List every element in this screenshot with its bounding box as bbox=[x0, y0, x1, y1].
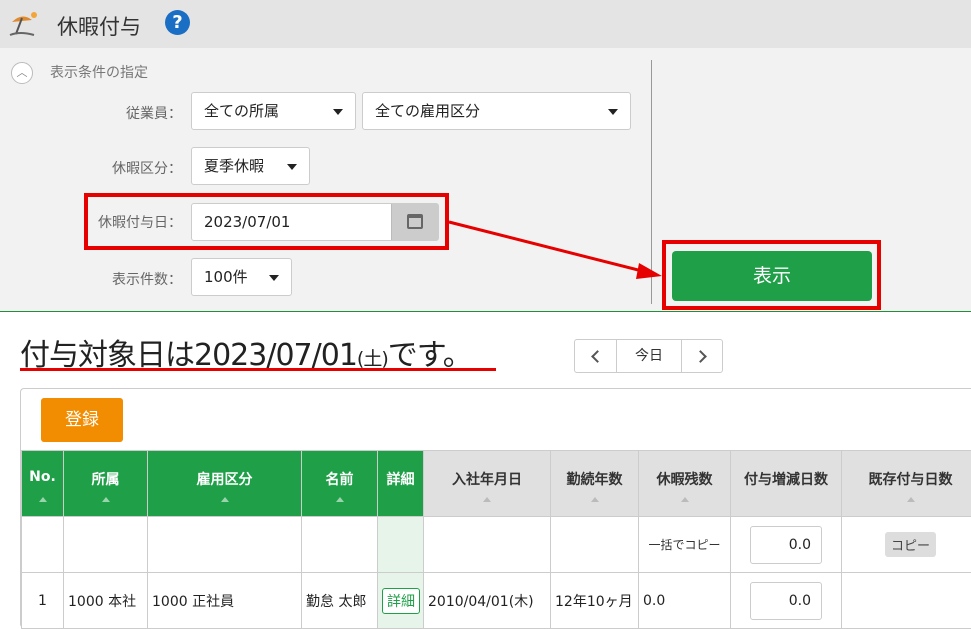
sort-icon bbox=[102, 497, 110, 502]
heading-weekday: (土) bbox=[357, 348, 388, 370]
sort-icon bbox=[591, 497, 599, 502]
bulk-copy-label: 一括でコピー bbox=[648, 538, 720, 552]
detail-button[interactable]: 詳細 bbox=[382, 588, 420, 614]
title-bar bbox=[0, 0, 971, 48]
chevron-down-icon bbox=[333, 109, 343, 115]
sort-icon bbox=[681, 497, 689, 502]
header-leave-balance[interactable]: 休暇残数 bbox=[639, 451, 731, 517]
cell-leave-balance: 0.0 bbox=[639, 573, 731, 629]
divider bbox=[651, 60, 652, 304]
prev-button[interactable] bbox=[575, 340, 617, 372]
chevron-down-icon bbox=[287, 164, 297, 170]
header-existing-grant[interactable]: 既存付与日数 bbox=[842, 451, 971, 517]
leave-type-label: 休暇区分： bbox=[82, 158, 182, 178]
cell-hire-date: 2010/04/01(木) bbox=[424, 573, 551, 629]
leave-type-select[interactable]: 夏季休暇 bbox=[191, 147, 310, 185]
sort-icon bbox=[907, 497, 915, 502]
register-button[interactable]: 登録 bbox=[41, 398, 123, 442]
beach-umbrella-icon bbox=[8, 10, 38, 38]
sort-icon bbox=[336, 497, 344, 502]
sort-icon bbox=[221, 497, 229, 502]
date-nav: 今日 bbox=[574, 339, 723, 373]
sort-icon bbox=[483, 497, 491, 502]
filter-section-label: 表示条件の指定 bbox=[50, 62, 148, 82]
header-department[interactable]: 所属 bbox=[64, 451, 148, 517]
count-label: 表示件数： bbox=[82, 269, 182, 289]
header-employment-type[interactable]: 雇用区分 bbox=[148, 451, 302, 517]
header-grant-adjust: 付与増減日数 bbox=[731, 451, 842, 517]
employment-type-select[interactable]: 全ての雇用区分 bbox=[362, 92, 631, 130]
cell-department: 1000 本社 bbox=[64, 573, 148, 629]
cell-employment-type: 1000 正社員 bbox=[148, 573, 302, 629]
count-value: 100件 bbox=[204, 268, 248, 286]
department-select[interactable]: 全ての所属 bbox=[191, 92, 356, 130]
show-button[interactable]: 表示 bbox=[672, 251, 872, 301]
header-name[interactable]: 名前 bbox=[302, 451, 378, 517]
leave-type-value: 夏季休暇 bbox=[204, 157, 264, 175]
chevron-left-icon bbox=[591, 350, 604, 363]
header-tenure[interactable]: 勤続年数 bbox=[551, 451, 639, 517]
header-no[interactable]: No. bbox=[22, 451, 64, 517]
collapse-chevron-icon[interactable]: ︿ bbox=[11, 62, 33, 84]
chevron-down-icon bbox=[608, 109, 618, 115]
bulk-grant-input[interactable]: 0.0 bbox=[750, 526, 822, 564]
chevron-down-icon bbox=[269, 275, 279, 281]
next-button[interactable] bbox=[681, 340, 723, 372]
department-value: 全ての所属 bbox=[204, 102, 279, 120]
count-select[interactable]: 100件 bbox=[191, 258, 292, 296]
help-icon[interactable]: ? bbox=[165, 10, 190, 35]
header-detail: 詳細 bbox=[378, 451, 424, 517]
table-header-row: No. 所属 雇用区分 名前 詳細 入社年月日 勤続年数 休暇残数 付与増減日数… bbox=[22, 451, 971, 517]
highlight-box-date bbox=[84, 193, 449, 250]
employment-type-value: 全ての雇用区分 bbox=[375, 102, 480, 120]
grant-table: No. 所属 雇用区分 名前 詳細 入社年月日 勤続年数 休暇残数 付与増減日数… bbox=[21, 450, 971, 629]
cell-no: 1 bbox=[22, 573, 64, 629]
page-title: 休暇付与 bbox=[57, 11, 141, 41]
today-button[interactable]: 今日 bbox=[617, 340, 681, 372]
employee-label: 従業員： bbox=[82, 103, 182, 123]
cell-tenure: 12年10ヶ月 bbox=[551, 573, 639, 629]
cell-existing-grant bbox=[842, 573, 971, 629]
cell-name: 勤怠 太郎 bbox=[302, 573, 378, 629]
copy-button[interactable]: コピー bbox=[885, 532, 936, 557]
heading-underline bbox=[20, 368, 496, 371]
header-hire-date[interactable]: 入社年月日 bbox=[424, 451, 551, 517]
sort-icon bbox=[39, 497, 47, 502]
table-row: 1 1000 本社 1000 正社員 勤怠 太郎 詳細 2010/04/01(木… bbox=[22, 573, 971, 629]
bulk-row: 一括でコピー 0.0 コピー bbox=[22, 517, 971, 573]
chevron-right-icon bbox=[694, 350, 707, 363]
